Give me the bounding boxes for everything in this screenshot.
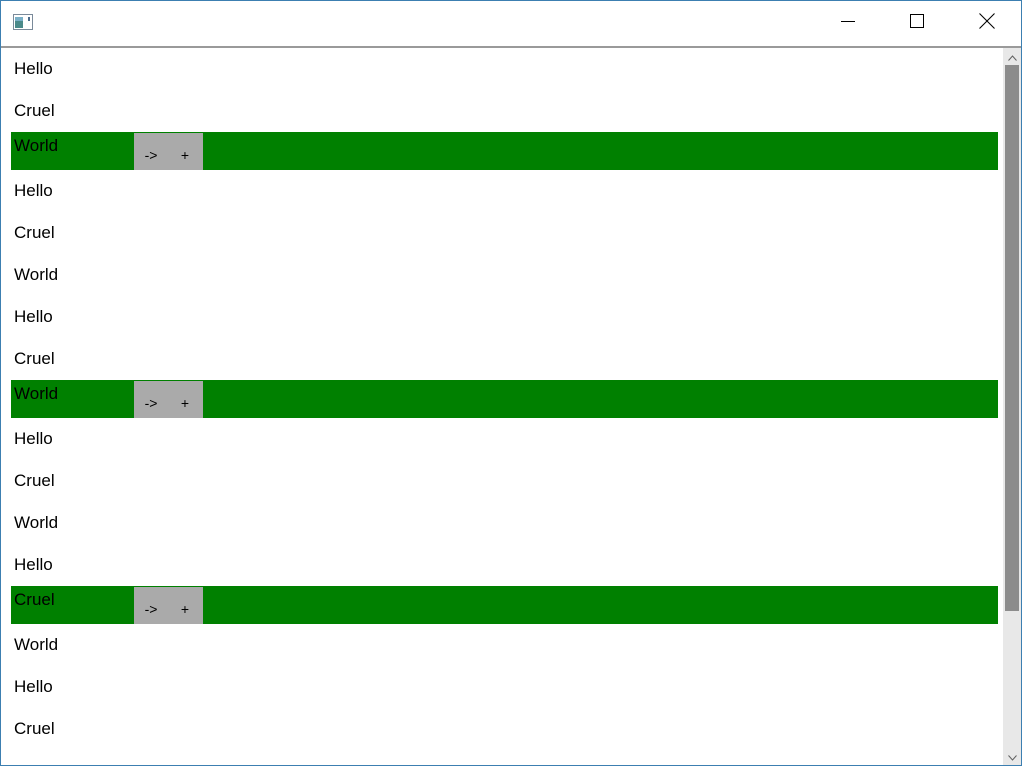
row-button-group: -> +: [134, 133, 203, 170]
list-item-label: Cruel: [14, 590, 55, 609]
app-icon: [13, 14, 33, 30]
list-item[interactable]: Cruel: [11, 212, 998, 254]
list-item[interactable]: World: [11, 254, 998, 296]
list-item-label: World: [14, 635, 59, 654]
list-item-label: Hello: [14, 677, 53, 696]
scroll-down-button[interactable]: [1003, 748, 1021, 765]
list-item[interactable]: Cruel: [11, 338, 998, 380]
list-item-label: Cruel: [14, 719, 55, 738]
list-item-label: Hello: [14, 307, 53, 326]
list-item[interactable]: Hello: [11, 544, 998, 586]
minimize-button[interactable]: [825, 1, 871, 46]
list-item[interactable]: Cruel: [11, 460, 998, 502]
list-item-label: Hello: [14, 429, 53, 448]
list-item[interactable]: Hello: [11, 418, 998, 460]
chevron-up-icon: [1007, 48, 1017, 66]
maximize-button[interactable]: [894, 1, 940, 46]
list-item[interactable]: Hello: [11, 48, 998, 90]
list-item-label: Hello: [14, 181, 53, 200]
list-item-label: World: [14, 136, 59, 155]
add-button[interactable]: +: [168, 381, 202, 418]
add-button[interactable]: +: [168, 587, 202, 624]
list-item-selected[interactable]: World -> +: [11, 380, 998, 418]
list-item[interactable]: World: [11, 624, 998, 666]
move-button[interactable]: ->: [134, 381, 168, 418]
list-item-selected[interactable]: World -> +: [11, 132, 998, 170]
list-item-label: World: [14, 265, 59, 284]
list-item[interactable]: Hello: [11, 666, 998, 708]
list-item-label: Cruel: [14, 471, 55, 490]
list-item[interactable]: Hello: [11, 170, 998, 212]
close-icon: [979, 13, 995, 34]
list-item[interactable]: Cruel: [11, 708, 998, 750]
add-button[interactable]: +: [168, 133, 202, 170]
scroll-up-button[interactable]: [1003, 48, 1021, 65]
row-button-group: -> +: [134, 381, 203, 418]
scroll-thumb[interactable]: [1005, 65, 1019, 611]
list-item-label: Cruel: [14, 223, 55, 242]
list-view[interactable]: Hello Cruel World -> + Hello Cruel World Hello Cr…: [1, 48, 1003, 765]
app-window: Hello Cruel World -> + Hello Cruel World Hello Cr…: [0, 0, 1022, 766]
list: Hello Cruel World -> + Hello Cruel World Hello Cr…: [11, 48, 998, 750]
list-item-label: Cruel: [14, 101, 55, 120]
row-button-group: -> +: [134, 587, 203, 624]
list-item-label: World: [14, 513, 59, 532]
list-item-label: Hello: [14, 59, 53, 78]
vertical-scrollbar[interactable]: [1003, 48, 1021, 765]
list-item-label: World: [14, 384, 59, 403]
title-bar[interactable]: [1, 1, 1021, 46]
minimize-icon: [841, 14, 855, 33]
list-item[interactable]: Hello: [11, 296, 998, 338]
list-item-label: Hello: [14, 555, 53, 574]
maximize-icon: [910, 14, 924, 33]
list-item[interactable]: World: [11, 502, 998, 544]
list-item-label: Cruel: [14, 349, 55, 368]
list-item[interactable]: Cruel: [11, 90, 998, 132]
close-button[interactable]: [964, 1, 1010, 46]
list-item-selected[interactable]: Cruel -> +: [11, 586, 998, 624]
move-button[interactable]: ->: [134, 133, 168, 170]
chevron-down-icon: [1007, 748, 1017, 766]
move-button[interactable]: ->: [134, 587, 168, 624]
